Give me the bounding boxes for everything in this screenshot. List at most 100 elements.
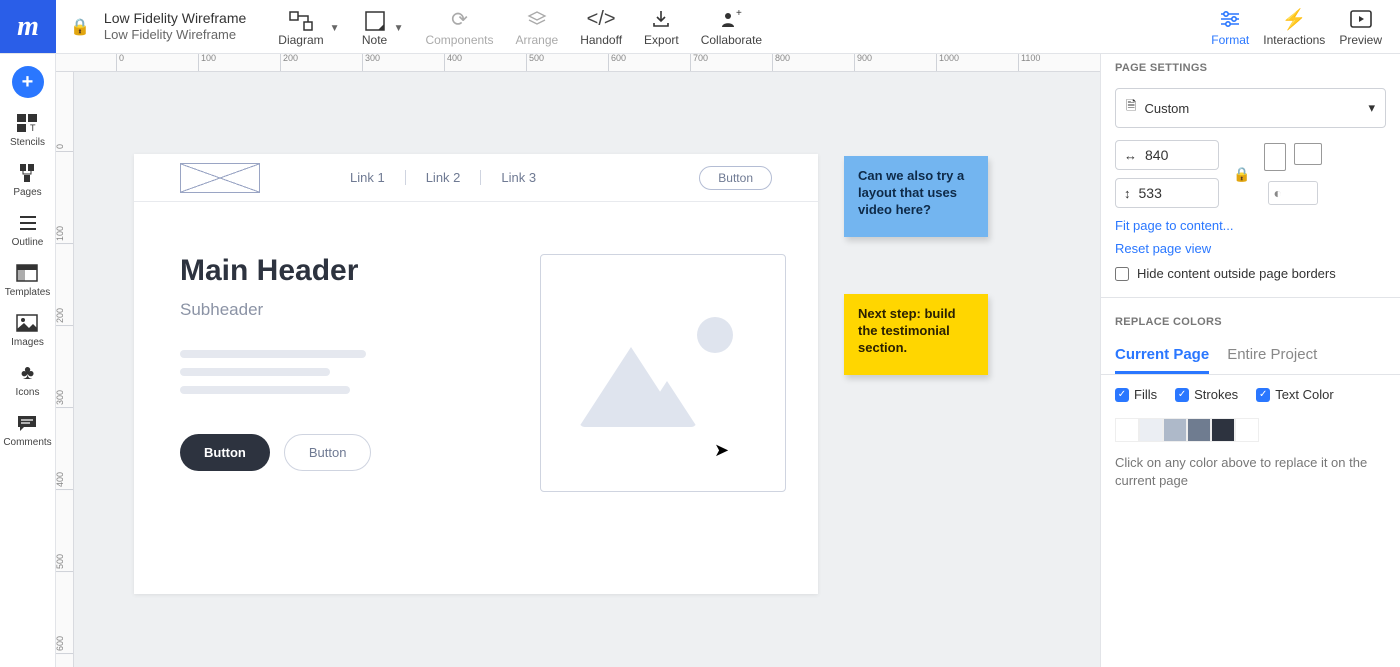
height-input[interactable]: ↕: [1115, 178, 1219, 208]
tab-current-page[interactable]: Current Page: [1115, 336, 1209, 374]
page-settings-title: PAGE SETTINGS: [1101, 54, 1400, 82]
wf-logo-placeholder[interactable]: [180, 163, 260, 193]
fills-checkbox[interactable]: ✓ Fills: [1115, 387, 1157, 402]
canvas[interactable]: Link 1 Link 2 Link 3 Button Main Header …: [74, 72, 1100, 667]
color-swatch[interactable]: [1235, 418, 1259, 442]
caret-icon[interactable]: ▼: [394, 23, 404, 34]
wf-hero: Main Header Subheader Button Button: [134, 202, 818, 544]
height-field[interactable]: [1139, 185, 1197, 201]
add-button[interactable]: +: [12, 66, 44, 98]
page-size-dropdown[interactable]: 🗎 Custom ▾: [1115, 88, 1386, 128]
fills-label: Fills: [1134, 387, 1157, 402]
ruler-tick: 400: [444, 54, 462, 72]
color-swatch[interactable]: [1163, 418, 1187, 442]
background-color-chip[interactable]: ◐: [1268, 181, 1318, 205]
ruler-tick: 300: [362, 54, 380, 72]
components-icon: ⟳: [446, 7, 472, 31]
tab-entire-project[interactable]: Entire Project: [1227, 336, 1317, 374]
wf-links: Link 1 Link 2 Link 3: [330, 170, 556, 185]
textcolor-checkbox[interactable]: ✓ Text Color: [1256, 387, 1334, 402]
doc-title[interactable]: Low Fidelity Wireframe: [104, 10, 246, 27]
wf-nav: Link 1 Link 2 Link 3 Button: [134, 154, 818, 202]
diagram-tool[interactable]: Diagram ▼: [278, 9, 339, 47]
note-icon: [362, 9, 388, 33]
width-input[interactable]: ↔: [1115, 140, 1219, 170]
hide-content-label: Hide content outside page borders: [1137, 266, 1336, 281]
color-swatch[interactable]: [1115, 418, 1139, 442]
outline-button[interactable]: Outline: [12, 212, 44, 248]
handoff-tool[interactable]: </> Handoff: [580, 7, 622, 47]
toolbar-right: Format ⚡ Interactions Preview: [1211, 0, 1400, 53]
top-bar: m 🔒 Low Fidelity Wireframe Low Fidelity …: [0, 0, 1400, 54]
check-icon: ✓: [1175, 388, 1189, 402]
ruler-tick: 500: [56, 554, 74, 572]
width-field[interactable]: [1145, 147, 1203, 163]
note-label: Note: [362, 33, 387, 47]
ruler-tick: 400: [56, 472, 74, 490]
sticky-note-blue[interactable]: Can we also try a layout that uses video…: [844, 156, 988, 237]
components-tool[interactable]: ⟳ Components: [425, 7, 493, 47]
replace-colors-hint: Click on any color above to replace it o…: [1101, 446, 1400, 498]
wf-secondary-button[interactable]: Button: [284, 434, 372, 471]
templates-button[interactable]: Templates: [5, 262, 51, 298]
diagram-label: Diagram: [278, 33, 323, 47]
preview-tool[interactable]: Preview: [1339, 7, 1382, 47]
arrange-tool[interactable]: Arrange: [516, 7, 559, 47]
stencils-icon: T: [15, 112, 39, 134]
icons-label: Icons: [16, 387, 40, 398]
fill-icon: ◐: [1273, 185, 1281, 201]
title-block: 🔒 Low Fidelity Wireframe Low Fidelity Wi…: [56, 0, 260, 53]
color-swatch[interactable]: [1187, 418, 1211, 442]
ruler-tick: 500: [526, 54, 544, 72]
color-swatch[interactable]: [1211, 418, 1235, 442]
portrait-icon[interactable]: [1264, 143, 1286, 171]
page-size-value: Custom: [1144, 101, 1189, 116]
wf-link-1[interactable]: Link 1: [330, 170, 406, 185]
app-logo[interactable]: m: [0, 0, 56, 53]
comments-button[interactable]: Comments: [3, 412, 51, 448]
images-label: Images: [11, 337, 44, 348]
link-dimensions-icon[interactable]: 🔒: [1233, 166, 1250, 183]
note-tool[interactable]: Note ▼: [362, 9, 404, 47]
orientation-toggle[interactable]: [1264, 143, 1322, 171]
images-button[interactable]: Images: [11, 312, 44, 348]
pages-button[interactable]: Pages: [13, 162, 41, 198]
color-swatch[interactable]: [1139, 418, 1163, 442]
collaborate-tool[interactable]: + Collaborate: [701, 7, 762, 47]
ruler-tick: 100: [198, 54, 216, 72]
interactions-tool[interactable]: ⚡ Interactions: [1263, 7, 1325, 47]
wf-link-2[interactable]: Link 2: [406, 170, 482, 185]
landscape-icon[interactable]: [1294, 143, 1322, 165]
strokes-checkbox[interactable]: ✓ Strokes: [1175, 387, 1238, 402]
preview-label: Preview: [1339, 33, 1382, 47]
wf-primary-button[interactable]: Button: [180, 434, 270, 471]
ruler-tick: 900: [854, 54, 872, 72]
wf-headline[interactable]: Main Header: [180, 254, 480, 288]
ruler-tick: 1100: [1018, 54, 1040, 72]
icons-button[interactable]: ♣ Icons: [16, 362, 40, 398]
caret-icon[interactable]: ▼: [330, 23, 340, 34]
ruler-tick: 100: [56, 226, 74, 244]
fit-page-link[interactable]: Fit page to content...: [1101, 214, 1400, 237]
check-icon: ✓: [1115, 388, 1129, 402]
stencils-button[interactable]: T Stencils: [10, 112, 45, 148]
wf-nav-button[interactable]: Button: [699, 166, 772, 190]
wf-image-placeholder[interactable]: [540, 254, 786, 492]
format-tool[interactable]: Format: [1211, 7, 1249, 47]
wireframe-page[interactable]: Link 1 Link 2 Link 3 Button Main Header …: [134, 154, 818, 594]
strokes-label: Strokes: [1194, 387, 1238, 402]
collaborate-icon: +: [718, 7, 744, 31]
wf-subhead[interactable]: Subheader: [180, 300, 480, 320]
ruler-tick: 800: [772, 54, 790, 72]
wf-link-3[interactable]: Link 3: [481, 170, 556, 185]
ruler-vertical: 0100200300400500600: [56, 72, 74, 667]
doc-subtitle[interactable]: Low Fidelity Wireframe: [104, 27, 246, 43]
ruler-tick: 1000: [936, 54, 959, 72]
reset-view-link[interactable]: Reset page view: [1101, 237, 1400, 260]
interactions-label: Interactions: [1263, 33, 1325, 47]
hide-content-checkbox[interactable]: [1115, 267, 1129, 281]
export-tool[interactable]: Export: [644, 7, 679, 47]
replace-colors-title: REPLACE COLORS: [1101, 308, 1400, 336]
sticky-note-yellow[interactable]: Next step: build the testimonial section…: [844, 294, 988, 375]
components-label: Components: [425, 33, 493, 47]
